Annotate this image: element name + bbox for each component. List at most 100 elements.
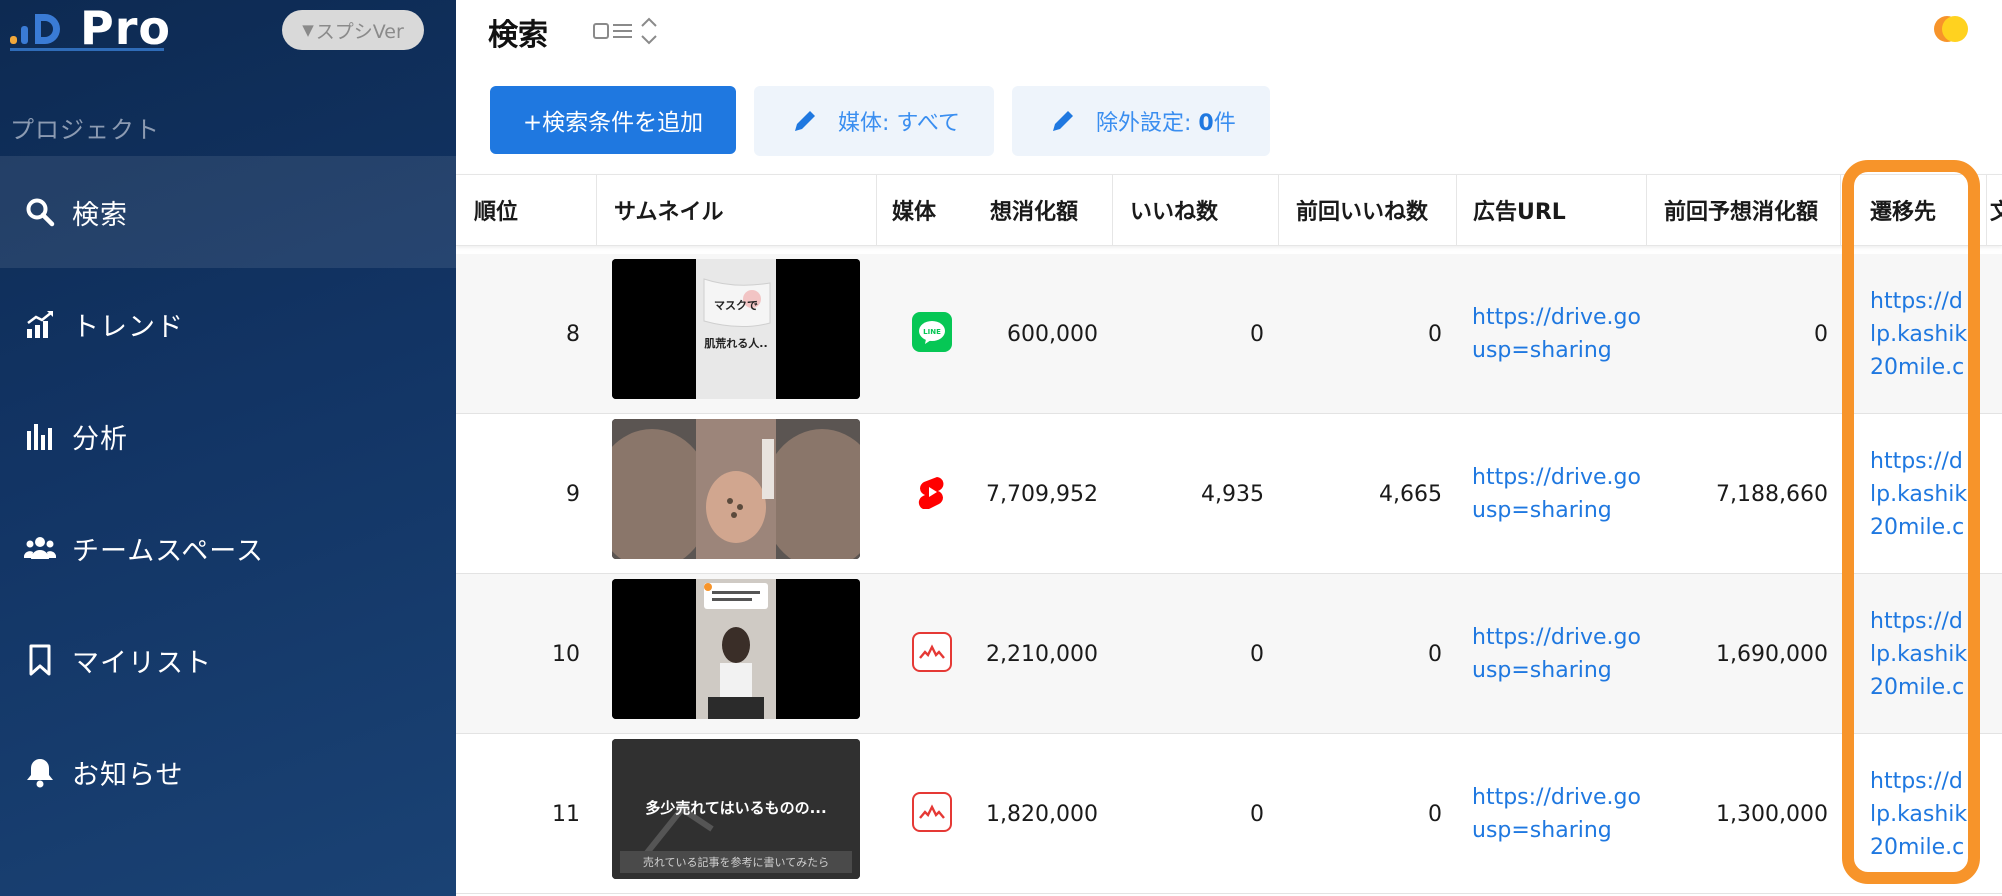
thumbnail-image[interactable]: 多少売れてはいるものの... 売れている記事を参考に書いてみたら bbox=[612, 739, 860, 879]
bell-icon bbox=[24, 756, 56, 788]
destination-link[interactable]: https://d lp.kashik 20mile.c bbox=[1870, 445, 1967, 544]
logo[interactable]: Pro bbox=[10, 4, 171, 52]
brand-name: Pro bbox=[80, 1, 172, 55]
prev-likes-cell: 0 bbox=[1428, 321, 1442, 347]
destination-line: 20mile.c bbox=[1870, 514, 1965, 540]
destination-line: lp.kashik bbox=[1870, 641, 1968, 667]
view-toggle[interactable] bbox=[592, 14, 658, 48]
column-header-rank[interactable]: 順位 bbox=[474, 175, 518, 245]
sidebar-item-mylist[interactable]: マイリスト bbox=[0, 604, 456, 716]
logly-media-icon bbox=[912, 632, 952, 672]
trend-chart-icon bbox=[24, 308, 56, 340]
likes-cell: 0 bbox=[1250, 801, 1264, 827]
column-divider bbox=[1646, 175, 1647, 245]
table-row[interactable]: 9 7,709,952 4,935 4,665 https://drive.go… bbox=[456, 414, 2002, 574]
column-divider bbox=[876, 175, 877, 245]
destination-line: lp.kashik bbox=[1870, 321, 1968, 347]
column-divider bbox=[1986, 175, 1987, 245]
ad-url-line: https://drive.go bbox=[1472, 465, 1641, 490]
add-search-condition-button[interactable]: +検索条件を追加 bbox=[490, 86, 736, 154]
ad-url-line: usp=sharing bbox=[1472, 498, 1612, 523]
thumbnail-image[interactable] bbox=[612, 419, 860, 559]
destination-link[interactable]: https://d lp.kashik 20mile.c bbox=[1870, 765, 1967, 864]
ad-url-line: https://drive.go bbox=[1472, 305, 1641, 330]
destination-line: 20mile.c bbox=[1870, 354, 1965, 380]
exclude-settings-button[interactable]: 除外設定: 0件 bbox=[1012, 86, 1270, 156]
ad-url-link[interactable]: https://drive.go usp=sharing bbox=[1472, 301, 1641, 367]
ad-url-line: usp=sharing bbox=[1472, 658, 1612, 683]
spend-cell: 7,709,952 bbox=[986, 481, 1098, 507]
ad-url-cell: https://drive.go usp=sharing bbox=[1472, 414, 1641, 574]
column-divider bbox=[1456, 175, 1457, 245]
sidebar-item-notifications[interactable]: お知らせ bbox=[0, 716, 456, 828]
destination-line: https://d bbox=[1870, 608, 1963, 634]
list-view-icon bbox=[593, 23, 632, 39]
column-divider bbox=[1112, 175, 1113, 245]
ad-url-link[interactable]: https://drive.go usp=sharing bbox=[1472, 781, 1641, 847]
thumbnail-image[interactable] bbox=[612, 579, 860, 719]
table-row[interactable]: 11 多少売れてはいるものの... 売れている記事を参考に書いてみたら 1,82… bbox=[456, 734, 2002, 894]
sort-updown-icon bbox=[641, 17, 657, 45]
ad-url-line: usp=sharing bbox=[1472, 338, 1612, 363]
prev-spend-cell: 1,690,000 bbox=[1716, 641, 1828, 667]
ad-url-link[interactable]: https://drive.go usp=sharing bbox=[1472, 621, 1641, 687]
column-header-text[interactable]: 文 bbox=[1990, 175, 2002, 245]
prev-likes-cell: 0 bbox=[1428, 641, 1442, 667]
ad-url-cell: https://drive.go usp=sharing bbox=[1472, 734, 1641, 894]
likes-cell: 0 bbox=[1250, 321, 1264, 347]
ad-url-link[interactable]: https://drive.go usp=sharing bbox=[1472, 461, 1641, 527]
media-filter-label: 媒体: bbox=[838, 111, 897, 136]
exclude-unit: 件 bbox=[1213, 111, 1236, 136]
section-label: プロジェクト bbox=[10, 116, 160, 144]
destination-line: lp.kashik bbox=[1870, 481, 1968, 507]
column-divider bbox=[1840, 175, 1841, 245]
team-icon bbox=[24, 532, 56, 564]
media-filter-button[interactable]: 媒体: すべて bbox=[754, 86, 994, 156]
destination-cell: https://d lp.kashik 20mile.c bbox=[1870, 574, 1982, 734]
sidebar-item-analysis[interactable]: 分析 bbox=[0, 380, 456, 492]
logo-underline bbox=[10, 48, 164, 51]
table-row[interactable]: 8 マスクで 肌荒れる人.. LINE 600,000 0 0 https://… bbox=[456, 254, 2002, 414]
column-header-spend[interactable]: 想消化額 bbox=[990, 175, 1078, 245]
destination-line: 20mile.c bbox=[1870, 834, 1965, 860]
version-badge-label: スプシVer bbox=[315, 20, 404, 43]
destination-line: https://d bbox=[1870, 448, 1963, 474]
pencil-icon bbox=[1053, 111, 1073, 131]
ad-url-cell: https://drive.go usp=sharing bbox=[1472, 254, 1641, 414]
column-header-media[interactable]: 媒体 bbox=[892, 175, 936, 245]
column-header-thumbnail[interactable]: サムネイル bbox=[614, 175, 724, 245]
prev-likes-cell: 4,665 bbox=[1379, 481, 1442, 507]
sidebar-item-team-space[interactable]: チームスペース bbox=[0, 492, 456, 604]
media-filter-value: すべて bbox=[896, 111, 960, 136]
column-header-ad-url[interactable]: 広告URL bbox=[1473, 175, 1566, 245]
destination-cell: https://d lp.kashik 20mile.c bbox=[1870, 254, 1982, 414]
sidebar-item-label: トレンド bbox=[72, 311, 184, 343]
column-header-likes[interactable]: いいね数 bbox=[1130, 175, 1218, 245]
destination-cell: https://d lp.kashik 20mile.c bbox=[1870, 414, 1982, 574]
bar-chart-icon bbox=[24, 420, 56, 452]
sidebar-item-search[interactable]: 検索 bbox=[0, 156, 456, 268]
rank-cell: 8 bbox=[566, 321, 580, 347]
column-header-prev-likes[interactable]: 前回いいね数 bbox=[1296, 175, 1428, 245]
column-header-prev-spend[interactable]: 前回予想消化額 bbox=[1664, 175, 1818, 245]
destination-link[interactable]: https://d lp.kashik 20mile.c bbox=[1870, 605, 1967, 704]
destination-link[interactable]: https://d lp.kashik 20mile.c bbox=[1870, 285, 1967, 384]
toolbar: +検索条件を追加 媒体: すべて 除外設定: 0件 bbox=[490, 86, 1270, 156]
line-media-icon: LINE bbox=[912, 312, 952, 352]
likes-cell: 0 bbox=[1250, 641, 1264, 667]
prev-likes-cell: 0 bbox=[1428, 801, 1442, 827]
theme-toggle-icon[interactable] bbox=[1932, 14, 1976, 44]
sidebar-item-trend[interactable]: トレンド bbox=[0, 268, 456, 380]
destination-line: https://d bbox=[1870, 288, 1963, 314]
version-dropdown[interactable]: ▼ スプシVer bbox=[282, 10, 424, 50]
caret-down-icon: ▼ bbox=[302, 21, 314, 39]
table-row[interactable]: 10 2,210,000 0 0 https://drive.go usp=sh… bbox=[456, 574, 2002, 734]
rank-cell: 11 bbox=[552, 801, 580, 827]
prev-spend-cell: 7,188,660 bbox=[1716, 481, 1828, 507]
svg-text:肌荒れる人..: 肌荒れる人.. bbox=[703, 336, 767, 350]
column-divider bbox=[596, 175, 597, 245]
column-header-destination[interactable]: 遷移先 bbox=[1870, 175, 1936, 245]
thumbnail-image[interactable]: マスクで 肌荒れる人.. bbox=[612, 259, 860, 399]
table-body: 8 マスクで 肌荒れる人.. LINE 600,000 0 0 https://… bbox=[456, 254, 2002, 894]
page-title: 検索 bbox=[488, 18, 548, 53]
